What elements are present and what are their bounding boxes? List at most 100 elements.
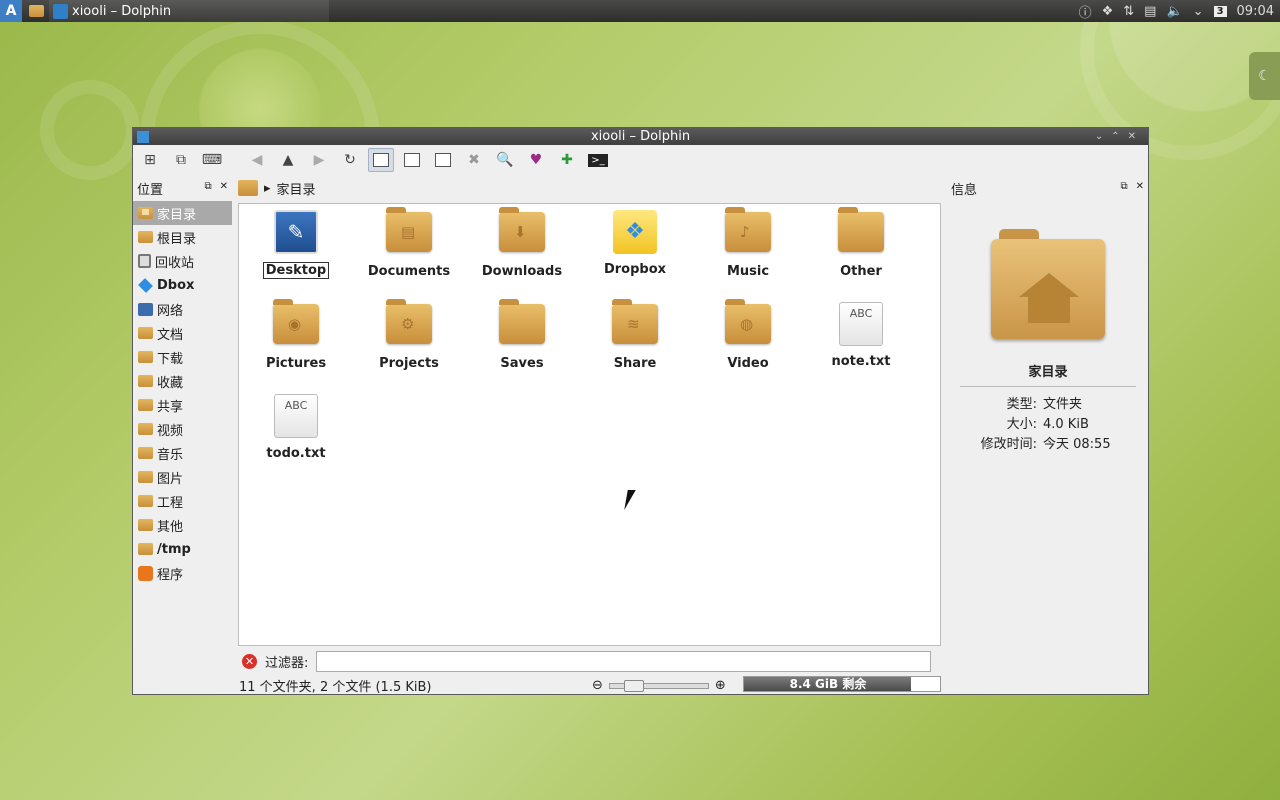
dolphin-window: xiooli – Dolphin ⌄ ⌃ ✕ ⊞ ⧉ ⌨ ◀ ▲ ▶ ↻ ✖ 🔍… bbox=[132, 127, 1149, 695]
dropbox-icon bbox=[138, 277, 153, 293]
sidebar-item-3[interactable]: Dbox bbox=[133, 273, 232, 297]
reload-button[interactable]: ↻ bbox=[337, 148, 363, 172]
app-launcher-button[interactable]: A bbox=[0, 0, 22, 22]
main-toolbar: ⊞ ⧉ ⌨ ◀ ▲ ▶ ↻ ✖ 🔍 ♥ ✚ >_ bbox=[133, 145, 1148, 175]
info-icon[interactable]: ⓘ bbox=[1079, 2, 1092, 21]
zoom-in-icon[interactable]: ⊕ bbox=[715, 678, 726, 693]
sidebar-item-9[interactable]: 视频 bbox=[133, 417, 232, 441]
sidebar-item-label: Dbox bbox=[157, 277, 195, 293]
columns-view-icon bbox=[435, 153, 451, 167]
file-grid[interactable]: ✎ Desktop ▤ Documents ⬇ Downloads ❖ Dropbox ♪ Mus… bbox=[238, 203, 941, 646]
file-item[interactable]: ⚙ Projects bbox=[354, 298, 464, 388]
forward-button[interactable]: ▶ bbox=[306, 148, 332, 172]
home-folder-button[interactable] bbox=[25, 0, 47, 22]
sidebar-item-10[interactable]: 音乐 bbox=[133, 441, 232, 465]
float-panel-button[interactable]: ⧉ bbox=[1120, 181, 1127, 192]
file-item[interactable]: ≋ Share bbox=[580, 298, 690, 388]
close-panel-button[interactable]: ✕ bbox=[1136, 181, 1144, 192]
sidebar-item-13[interactable]: 其他 bbox=[133, 513, 232, 537]
new-tab-button[interactable]: ✚ bbox=[554, 148, 580, 172]
file-path-icon: ⌨ bbox=[201, 152, 223, 168]
editable-location-button[interactable]: ⌨ bbox=[199, 148, 225, 172]
file-item[interactable]: ◉ Pictures bbox=[241, 298, 351, 388]
breadcrumb-item[interactable]: 家目录 bbox=[277, 179, 316, 198]
volume-icon[interactable]: 🔈 bbox=[1166, 4, 1182, 19]
zoom-out-icon[interactable]: ⊖ bbox=[592, 678, 603, 693]
sidebar-item-6[interactable]: 下载 bbox=[133, 345, 232, 369]
preview-button[interactable]: ♥ bbox=[523, 148, 549, 172]
split-button[interactable]: ⧉ bbox=[168, 148, 194, 172]
trash-icon bbox=[138, 254, 151, 268]
zoom-slider-handle[interactable] bbox=[623, 679, 644, 692]
file-item[interactable]: ♪ Music bbox=[693, 206, 803, 296]
search-button[interactable]: 🔍 bbox=[492, 148, 518, 172]
details-view-button[interactable] bbox=[399, 148, 425, 172]
close-button[interactable]: ✕ bbox=[1128, 131, 1136, 142]
folder-icon bbox=[498, 299, 546, 350]
sidebar-item-label: 收藏 bbox=[157, 375, 184, 391]
file-item[interactable]: ❖ Dropbox bbox=[580, 206, 690, 296]
file-item[interactable]: Saves bbox=[467, 298, 577, 388]
file-item[interactable]: ▤ Documents bbox=[354, 206, 464, 296]
back-button[interactable]: ◀ bbox=[244, 148, 270, 172]
breadcrumb-separator: ▸ bbox=[264, 180, 271, 196]
places-header: 位置 ⧉ ✕ bbox=[137, 181, 228, 198]
sidebar-item-7[interactable]: 收藏 bbox=[133, 369, 232, 393]
home-icon[interactable] bbox=[238, 180, 258, 196]
file-item[interactable]: ✎ Desktop bbox=[241, 206, 351, 296]
file-item[interactable]: ABC note.txt bbox=[806, 298, 916, 388]
sidebar-item-1[interactable]: 根目录 bbox=[133, 225, 232, 249]
icons-view-button[interactable] bbox=[368, 148, 394, 172]
chevron-down-icon[interactable]: ⌄ bbox=[1193, 4, 1204, 19]
folder-video-icon bbox=[138, 423, 153, 435]
columns-view-button[interactable] bbox=[430, 148, 456, 172]
minimize-button[interactable]: ⌄ bbox=[1095, 131, 1103, 142]
sidebar-item-2[interactable]: 回收站 bbox=[133, 249, 232, 273]
clock[interactable]: 09:04 bbox=[1237, 4, 1274, 19]
close-split-button[interactable]: ✖ bbox=[461, 148, 487, 172]
details-view-icon bbox=[404, 153, 420, 167]
close-filter-button[interactable]: ✕ bbox=[242, 653, 257, 669]
folder-tmp-icon bbox=[138, 543, 153, 555]
dropbox-tray-icon[interactable]: ❖ bbox=[1102, 4, 1114, 19]
float-panel-button[interactable]: ⧉ bbox=[204, 181, 211, 192]
maximize-button[interactable]: ⌃ bbox=[1111, 131, 1119, 142]
text-file-icon: ABC bbox=[837, 302, 885, 348]
new-window-button[interactable]: ⊞ bbox=[137, 148, 163, 172]
new-tab-icon: ✚ bbox=[561, 152, 573, 168]
file-item[interactable]: Other bbox=[806, 206, 916, 296]
sidebar-item-14[interactable]: /tmp bbox=[133, 537, 232, 561]
filter-input[interactable] bbox=[316, 650, 932, 672]
file-item[interactable]: ⬇ Downloads bbox=[467, 206, 577, 296]
sidebar-item-5[interactable]: 文档 bbox=[133, 321, 232, 345]
text-file-icon: ABC bbox=[272, 394, 320, 440]
window-titlebar[interactable]: xiooli – Dolphin ⌄ ⌃ ✕ bbox=[133, 128, 1148, 145]
file-item[interactable]: ABC todo.txt bbox=[241, 390, 351, 480]
sidebar-item-0[interactable]: 家目录 bbox=[133, 201, 232, 225]
folder-projects-icon bbox=[138, 495, 153, 507]
folder-icon bbox=[138, 231, 153, 243]
up-button[interactable]: ▲ bbox=[275, 148, 301, 172]
close-panel-button[interactable]: ✕ bbox=[220, 181, 228, 192]
reload-icon: ↻ bbox=[344, 152, 356, 168]
file-item[interactable]: ◍ Video bbox=[693, 298, 803, 388]
sidebar-item-8[interactable]: 共享 bbox=[133, 393, 232, 417]
moon-icon: ☾ bbox=[1258, 68, 1271, 84]
clipboard-icon[interactable]: ▤ bbox=[1144, 4, 1156, 19]
sidebar-item-4[interactable]: 网络 bbox=[133, 297, 232, 321]
network-icon[interactable]: ⇅ bbox=[1123, 4, 1134, 19]
taskbar-item-dolphin[interactable]: xiooli – Dolphin bbox=[49, 0, 329, 22]
zoom-slider[interactable] bbox=[608, 679, 709, 692]
folder-documents-icon bbox=[138, 327, 153, 339]
sidebar-item-11[interactable]: 图片 bbox=[133, 465, 232, 489]
zoom-control: ⊖ ⊕ bbox=[592, 678, 726, 693]
wallpaper-ring bbox=[40, 80, 140, 180]
sidebar-item-15[interactable]: 程序 bbox=[133, 561, 232, 585]
file-item-label: Downloads bbox=[481, 264, 563, 279]
terminal-button[interactable]: >_ bbox=[585, 148, 611, 172]
side-panel-handle[interactable]: ☾ bbox=[1249, 52, 1280, 100]
sidebar-item-12[interactable]: 工程 bbox=[133, 489, 232, 513]
file-item-label: Video bbox=[727, 356, 769, 371]
workspace-indicator[interactable]: 3 bbox=[1213, 5, 1227, 17]
sidebar-item-label: 家目录 bbox=[157, 207, 197, 223]
